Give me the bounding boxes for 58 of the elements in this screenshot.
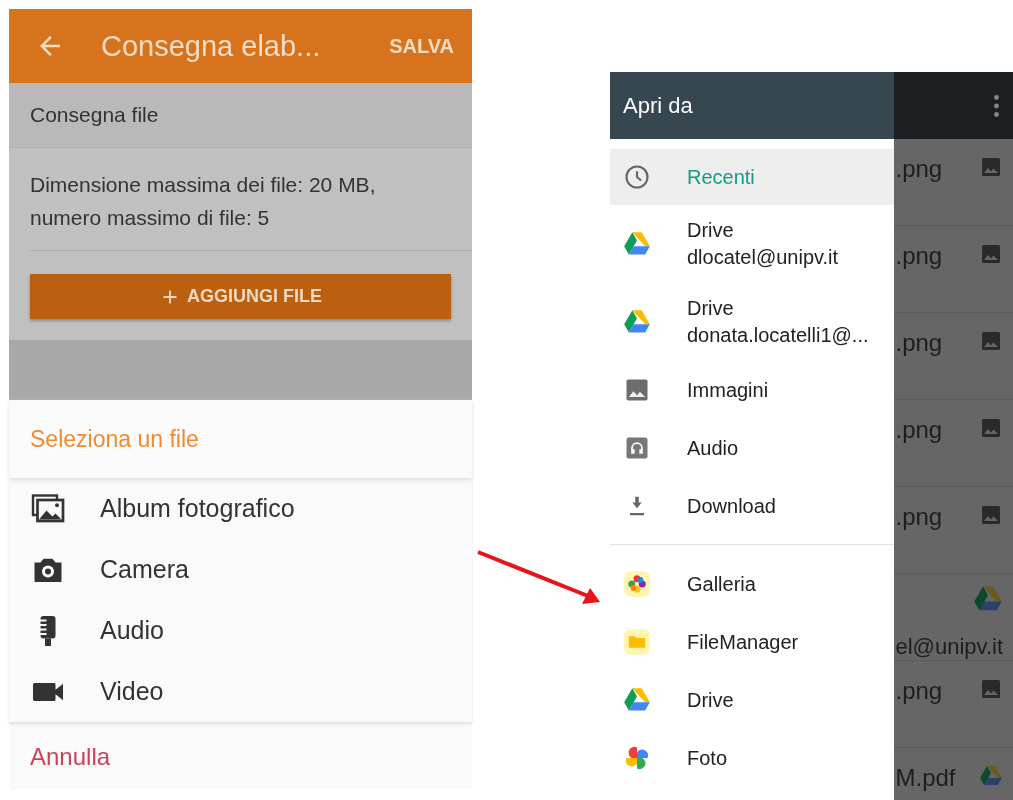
folder-icon bbox=[623, 628, 651, 656]
drive-icon bbox=[623, 686, 651, 714]
drawer-item[interactable]: Drive bbox=[610, 671, 895, 729]
item-subtitle: dlocatel@unipv.it bbox=[687, 246, 839, 269]
file-name: .png bbox=[895, 155, 943, 184]
image-icon bbox=[979, 329, 1003, 353]
item-title: Download bbox=[687, 494, 776, 518]
drawer-title: Apri da bbox=[610, 72, 895, 139]
drawer-item[interactable]: Drive donata.locatelli1@... bbox=[610, 283, 895, 361]
drive-icon bbox=[623, 230, 651, 258]
image-icon bbox=[979, 242, 1003, 266]
clock-icon bbox=[623, 163, 651, 191]
file-name: .png bbox=[895, 416, 943, 445]
screen-title: Consegna elab... bbox=[101, 29, 322, 63]
item-title: FileManager bbox=[687, 630, 799, 654]
option-item[interactable]: Audio bbox=[9, 600, 472, 661]
drive-icon bbox=[979, 764, 1003, 788]
item-title: Recenti bbox=[687, 165, 755, 189]
item-subtitle: donata.locatelli1@... bbox=[687, 324, 869, 347]
item-title: Drive bbox=[687, 219, 735, 242]
file-limits-text: Dimensione massima dei file: 20 MB, numero massimo di file: 5 bbox=[30, 172, 377, 231]
item-title: Immagini bbox=[687, 378, 769, 402]
item-title: Drive bbox=[687, 297, 735, 320]
option-label: Camera bbox=[100, 555, 189, 584]
option-item[interactable]: Video bbox=[9, 661, 472, 722]
drawer-item[interactable]: FileManager bbox=[610, 613, 895, 671]
file-name: el@unipv.it bbox=[895, 634, 1003, 660]
drawer-item[interactable]: Immagini bbox=[610, 361, 895, 419]
drawer-item[interactable]: Foto bbox=[610, 729, 895, 787]
drawer-item[interactable]: Audio bbox=[610, 419, 895, 477]
drawer-item[interactable]: Download bbox=[610, 477, 895, 535]
option-label: Album fotografico bbox=[100, 494, 295, 523]
file-name: .png bbox=[895, 242, 943, 271]
pinwheel-icon bbox=[623, 570, 651, 598]
file-name: .png bbox=[895, 329, 943, 358]
file-name: M.pdf bbox=[895, 764, 956, 793]
item-title: Drive bbox=[687, 688, 734, 712]
section-header: Consegna file bbox=[9, 83, 472, 148]
drive-icon bbox=[623, 308, 651, 336]
more-options-icon bbox=[994, 94, 999, 117]
image-icon bbox=[979, 503, 1003, 527]
cancel-button[interactable]: Annulla bbox=[30, 742, 111, 771]
image-icon bbox=[979, 677, 1003, 701]
drawer-item[interactable]: Drive dlocatel@unipv.it bbox=[610, 205, 895, 283]
drawer-item[interactable]: Galleria bbox=[610, 555, 895, 613]
file-name: .png bbox=[895, 677, 943, 706]
sheet-title: Seleziona un file bbox=[9, 400, 472, 478]
file-name: .png bbox=[895, 503, 943, 532]
pinwheel-icon bbox=[623, 744, 651, 772]
item-title: Audio bbox=[687, 436, 739, 460]
image-icon bbox=[979, 416, 1003, 440]
image-icon bbox=[979, 155, 1003, 179]
option-item[interactable]: Camera bbox=[9, 539, 472, 600]
option-item[interactable]: Album fotografico bbox=[9, 478, 472, 539]
item-title: Foto bbox=[687, 746, 728, 770]
item-title: Galleria bbox=[687, 572, 756, 596]
option-label: Video bbox=[100, 677, 164, 706]
option-label: Audio bbox=[100, 616, 164, 645]
